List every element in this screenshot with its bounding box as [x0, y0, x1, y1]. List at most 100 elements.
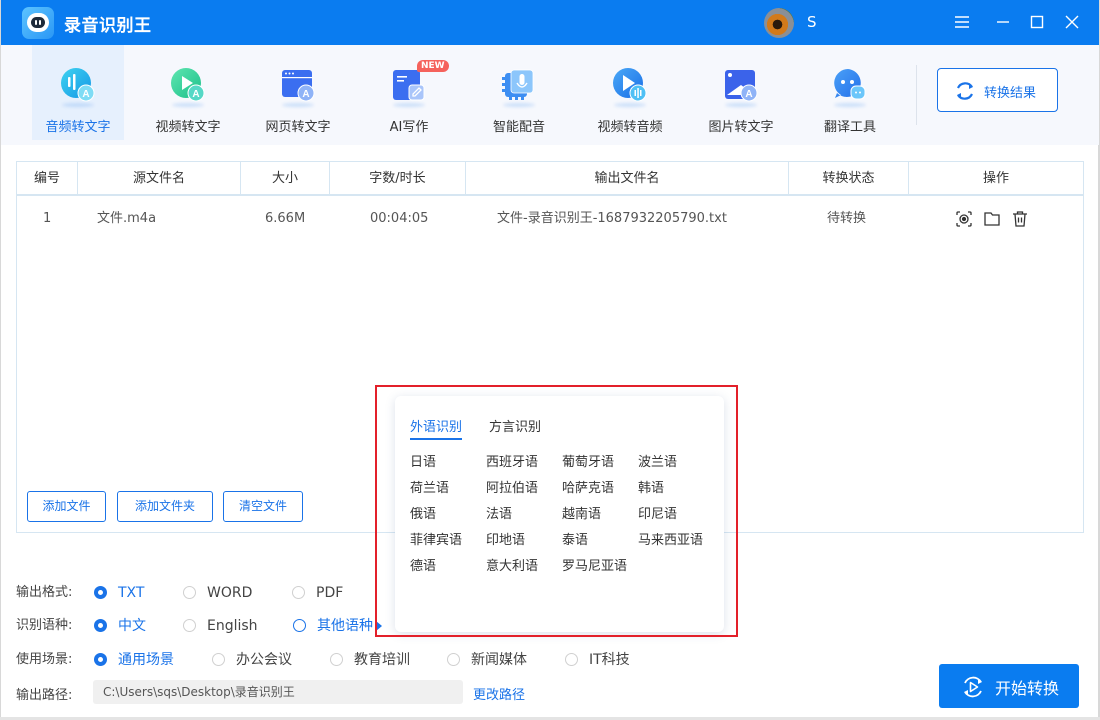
- column-header-source: 源文件名: [78, 162, 241, 196]
- language-option[interactable]: 日语: [410, 451, 436, 470]
- column-header-status: 转换状态: [789, 162, 909, 196]
- video-to-audio-icon: [613, 68, 647, 102]
- language-option[interactable]: 越南语: [562, 503, 601, 522]
- tool-label: 网页转文字: [265, 120, 331, 135]
- tool-webpage-to-text[interactable]: A 网页转文字: [252, 45, 344, 140]
- language-option[interactable]: 荷兰语: [410, 477, 449, 496]
- tool-label: 翻译工具: [823, 120, 876, 135]
- cell-size: 6.66M: [265, 211, 306, 226]
- tool-smart-dubbing[interactable]: 智能配音: [473, 45, 565, 140]
- language-option[interactable]: 德语: [410, 555, 436, 574]
- tool-audio-to-text[interactable]: A 音频转文字: [32, 45, 124, 140]
- radio-label: IT科技: [589, 652, 630, 668]
- app-logo-icon: [22, 7, 54, 39]
- tab-dialect[interactable]: 方言识别: [489, 416, 541, 435]
- tab-foreign-language[interactable]: 外语识别: [410, 416, 463, 440]
- language-option[interactable]: 法语: [486, 503, 512, 522]
- menu-icon: [955, 16, 969, 28]
- radio-indicator: [212, 653, 225, 666]
- column-header-actions: 操作: [982, 171, 1009, 186]
- tool-translate[interactable]: 翻译工具: [804, 45, 896, 140]
- tool-video-to-audio[interactable]: 视频转音频: [584, 45, 676, 140]
- language-option[interactable]: 泰语: [562, 529, 588, 548]
- language-option[interactable]: 印尼语: [638, 503, 677, 522]
- add-file-button[interactable]: 添加文件: [27, 491, 106, 522]
- radio-indicator: [94, 586, 107, 599]
- translate-icon: [834, 69, 866, 100]
- preview-button[interactable]: [955, 210, 973, 228]
- language-option[interactable]: 葡萄牙语: [562, 451, 614, 470]
- delete-icon: [1013, 211, 1027, 227]
- radio-label: WORD: [207, 585, 253, 601]
- language-option[interactable]: 罗马尼亚语: [562, 555, 627, 574]
- radio-label: 办公会议: [236, 652, 292, 668]
- tool-label: 智能配音: [492, 120, 545, 135]
- audio-to-text-icon: A: [61, 68, 95, 102]
- language-option[interactable]: 意大利语: [486, 555, 538, 574]
- start-conversion-button[interactable]: 开始转换: [939, 664, 1079, 708]
- column-header-duration: 字数/时长: [330, 162, 466, 196]
- add-folder-button[interactable]: 添加文件夹: [117, 491, 213, 522]
- toolbar-divider: [916, 65, 917, 125]
- radio-label: TXT: [118, 585, 145, 601]
- table-row[interactable]: 1 文件.m4a 6.66M 00:04:05 文件-录音识别王-1687932…: [17, 198, 1083, 240]
- close-button[interactable]: [1058, 8, 1086, 36]
- language-option[interactable]: 西班牙语: [486, 451, 538, 470]
- open-folder-button[interactable]: [983, 210, 1001, 228]
- radio-indicator: [94, 653, 107, 666]
- tool-label: 视频转文字: [155, 120, 221, 135]
- output-path-field[interactable]: C:\Users\sqs\Desktop\录音识别王: [93, 680, 463, 704]
- maximize-button[interactable]: [1023, 8, 1051, 36]
- preview-icon: [956, 211, 972, 227]
- feature-toolbar: A 音频转文字 A 视频转文字 A 网页转文字 AI写作 NEW 智能配音 视频…: [0, 45, 1100, 145]
- language-option[interactable]: 菲律宾语: [410, 529, 462, 548]
- tool-label: 音频转文字: [45, 120, 111, 135]
- user-avatar[interactable]: [764, 8, 794, 38]
- cell-source-name: 文件.m4a: [97, 211, 157, 226]
- delete-button[interactable]: [1011, 210, 1029, 228]
- svg-text:A: A: [745, 89, 752, 100]
- radio-label: 通用场景: [118, 652, 174, 668]
- scene-row: 使用场景: 通用场景 办公会议 教育培训 新闻媒体 IT科技: [16, 650, 716, 670]
- close-icon: [1065, 15, 1079, 29]
- row-actions: [955, 210, 1029, 228]
- app-title: 录音识别王: [64, 16, 152, 36]
- window-border-left: [0, 145, 1, 720]
- minimize-button[interactable]: [989, 8, 1017, 36]
- title-bar: 录音识别王 S: [0, 0, 1100, 45]
- language-option[interactable]: 马来西亚语: [638, 529, 703, 548]
- tool-image-to-text[interactable]: A 图片转文字: [695, 45, 787, 140]
- column-header-size: 大小: [241, 162, 330, 196]
- language-label: 识别语种:: [16, 618, 73, 633]
- radio-indicator: [183, 619, 196, 632]
- radio-indicator: [330, 653, 343, 666]
- change-path-link[interactable]: 更改路径: [473, 686, 525, 706]
- start-conversion-icon: [964, 676, 982, 698]
- radio-indicator: [565, 653, 578, 666]
- column-header-index: 编号: [17, 162, 78, 196]
- language-option[interactable]: 波兰语: [638, 451, 677, 470]
- conversion-results-button[interactable]: 转换结果: [937, 68, 1058, 112]
- tool-video-to-text[interactable]: A 视频转文字: [142, 45, 234, 140]
- username[interactable]: S: [807, 13, 817, 31]
- output-path-row: 输出路径: C:\Users\sqs\Desktop\录音识别王 更改路径: [16, 680, 716, 706]
- ai-writing-icon: [393, 70, 425, 101]
- language-option[interactable]: 俄语: [410, 503, 436, 522]
- scene-label: 使用场景:: [16, 652, 73, 667]
- radio-indicator: [293, 619, 306, 632]
- svg-text:A: A: [82, 89, 89, 100]
- cell-status: 待转换: [827, 211, 867, 226]
- language-option[interactable]: 阿拉伯语: [486, 477, 538, 496]
- conversion-results-label: 转换结果: [984, 86, 1037, 101]
- language-option[interactable]: 印地语: [486, 529, 525, 548]
- radio-indicator: [94, 619, 107, 632]
- clear-files-button[interactable]: 清空文件: [223, 491, 303, 522]
- output-format-label: 输出格式:: [16, 585, 73, 600]
- tool-label: AI写作: [389, 120, 429, 135]
- menu-button[interactable]: [948, 8, 976, 36]
- language-option[interactable]: 哈萨克语: [562, 477, 614, 496]
- new-badge: NEW: [417, 60, 449, 72]
- video-to-text-icon: A: [171, 68, 205, 102]
- refresh-icon: [957, 82, 973, 100]
- language-option[interactable]: 韩语: [638, 477, 664, 496]
